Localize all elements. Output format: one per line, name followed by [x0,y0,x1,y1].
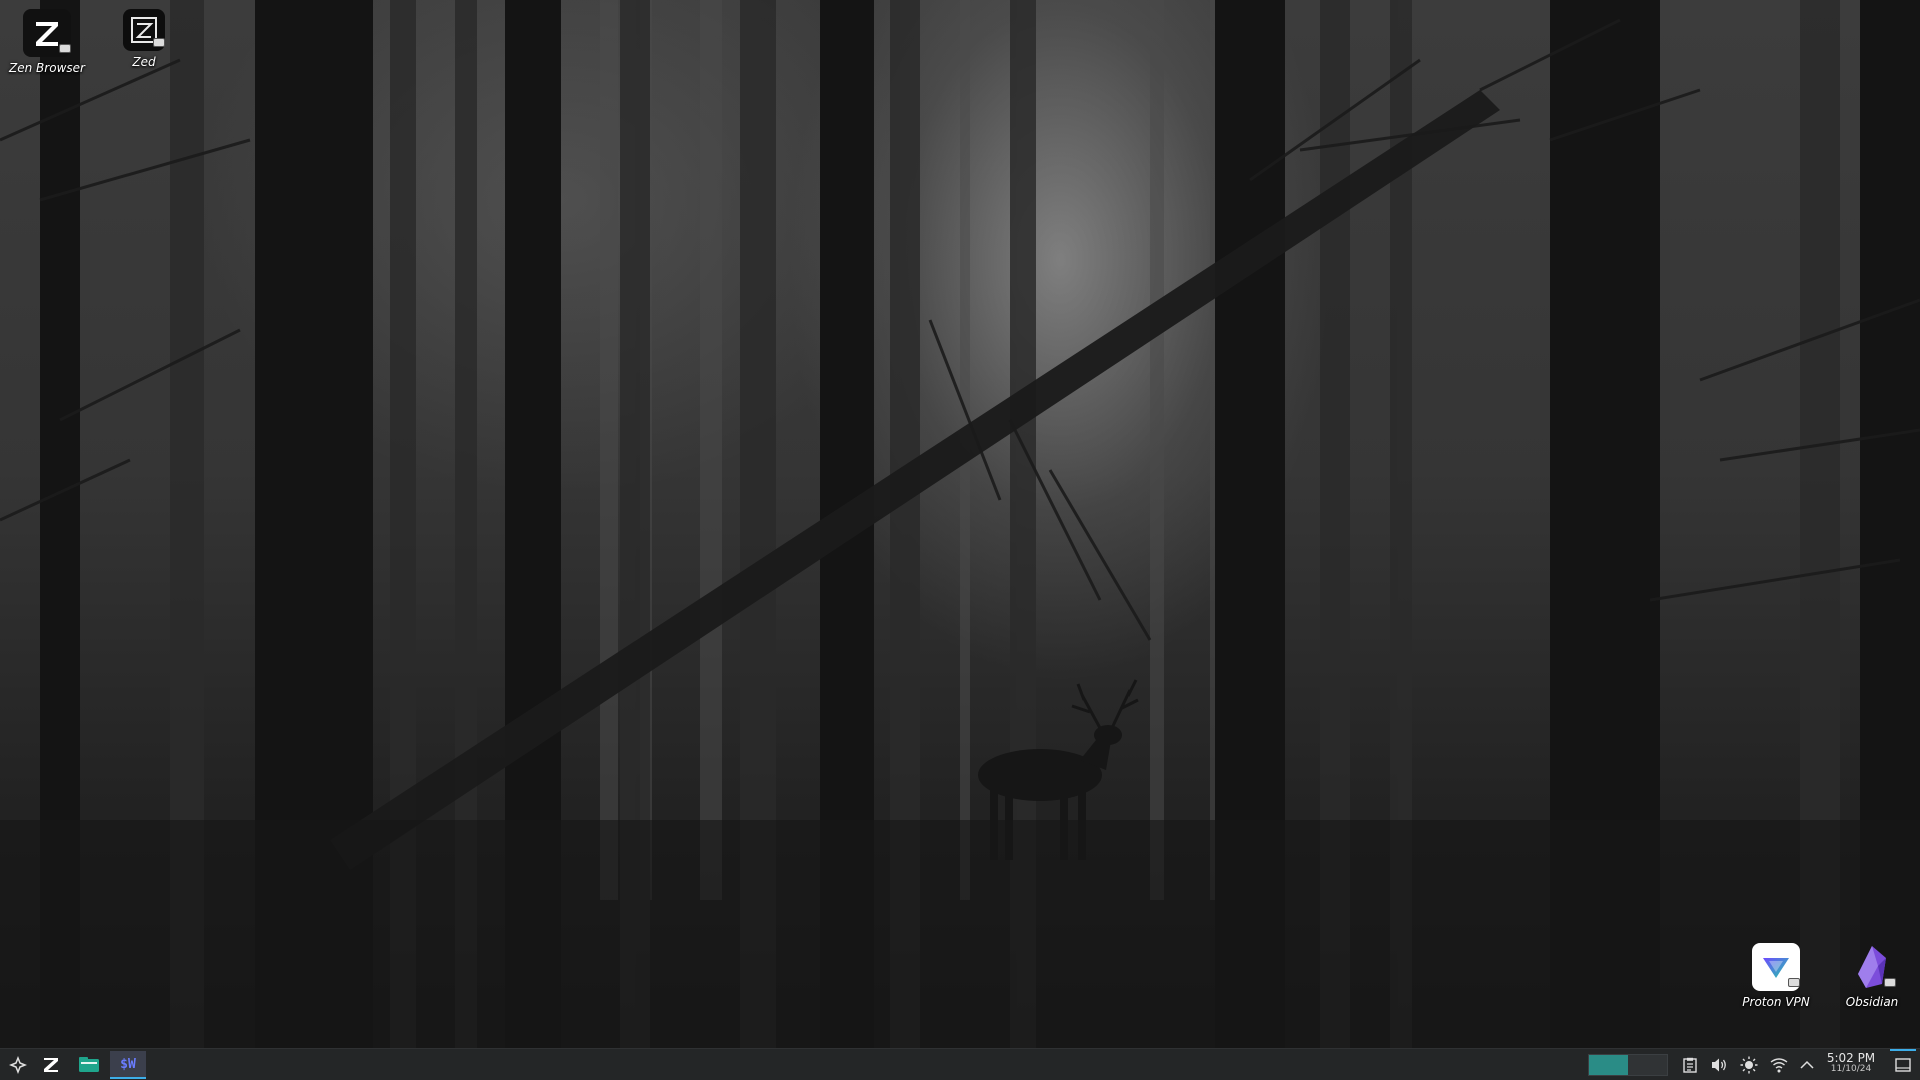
volume-button[interactable] [1709,1055,1729,1075]
desktop-icon-label: Proton VPN [1742,995,1810,1009]
desktop-wallpaper [0,0,1920,1048]
zen-browser-icon [23,9,71,57]
show-desktop-indicator [1890,1049,1916,1051]
brightness-icon [1740,1056,1758,1074]
clipboard-button[interactable] [1680,1055,1700,1075]
obsidian-icon [1848,943,1896,991]
wifi-icon [1770,1058,1788,1073]
desktop-icon-zed[interactable]: Zed [104,9,184,69]
pager-desktop-2[interactable] [1628,1055,1667,1075]
desktop-icon-label: Zed [132,55,156,69]
clipboard-icon [1683,1057,1697,1073]
virtual-desktop-pager[interactable] [1588,1054,1668,1076]
chevron-up-icon [1800,1060,1814,1069]
show-desktop-button[interactable] [1886,1049,1920,1080]
pager-desktop-1[interactable] [1589,1055,1628,1075]
terminal-icon: $W [120,1056,136,1072]
taskbar-zen-browser-button[interactable] [33,1051,69,1079]
taskbar-terminal-button[interactable]: $W [110,1051,146,1079]
taskbar: $W 5:02 PM 11/10/24 [0,1048,1920,1080]
taskbar-file-manager-button[interactable] [71,1051,107,1079]
desktop-icon-zen-browser[interactable]: Zen Browser [7,9,87,75]
zen-browser-icon [44,1058,58,1072]
link-badge-icon [59,44,71,53]
app-launcher-icon [9,1056,27,1074]
app-launcher-button[interactable] [0,1051,36,1079]
link-badge-icon [1884,978,1896,987]
show-desktop-icon [1895,1058,1911,1072]
desktop-icon-proton-vpn[interactable]: Proton VPN [1736,943,1816,1009]
zed-editor-icon [123,9,165,51]
desktop-icon-label: Obsidian [1845,995,1899,1009]
link-badge-icon [1788,978,1800,987]
clock-time: 5:02 PM [1826,1051,1876,1065]
volume-icon [1712,1058,1726,1072]
file-manager-icon [79,1057,99,1072]
clock-date: 11/10/24 [1830,1064,1872,1074]
forest-scene [0,0,1920,1048]
desktop-icon-label: Zen Browser [9,61,85,75]
wifi-button[interactable] [1769,1055,1789,1075]
proton-vpn-icon [1752,943,1800,991]
brightness-button[interactable] [1739,1055,1759,1075]
link-badge-icon [153,38,165,47]
tray-expand-button[interactable] [1797,1055,1817,1075]
desktop-icon-obsidian[interactable]: Obsidian [1832,943,1912,1009]
digital-clock[interactable]: 5:02 PM 11/10/24 [1820,1051,1882,1075]
